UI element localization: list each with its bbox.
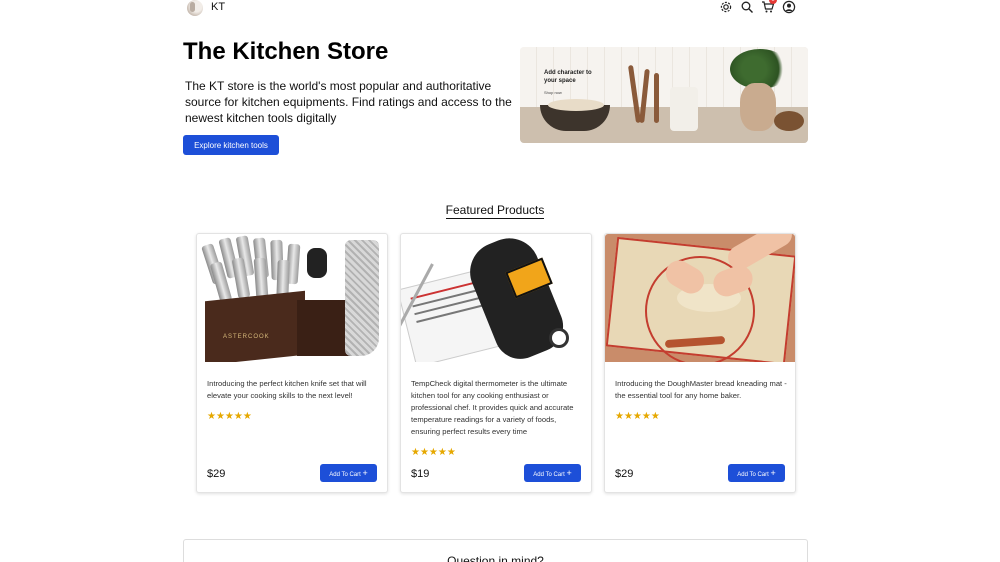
featured-section-title: Featured Products xyxy=(0,203,990,219)
banner-caption: Add character to your space xyxy=(544,70,592,84)
header-icons: 0 xyxy=(719,0,796,14)
user-icon[interactable] xyxy=(782,0,796,14)
add-to-cart-button[interactable]: Add To Cart + xyxy=(524,464,581,482)
add-to-cart-button[interactable]: Add To Cart + xyxy=(728,464,785,482)
product-price: $19 xyxy=(411,468,430,480)
page-title: The Kitchen Store xyxy=(183,38,389,65)
product-price: $29 xyxy=(207,468,226,480)
add-to-cart-label: Add To Cart xyxy=(533,472,565,478)
thermometer-hang-hole xyxy=(549,328,569,348)
plus-icon: + xyxy=(770,468,776,478)
explore-kitchen-tools-button[interactable]: Explore kitchen tools xyxy=(183,135,279,155)
plus-icon: + xyxy=(566,468,572,478)
knife-block-label: ASTERCOOK xyxy=(223,334,270,340)
plus-icon: + xyxy=(362,468,368,478)
add-to-cart-button[interactable]: Add To Cart + xyxy=(320,464,377,482)
banner-vase xyxy=(740,83,776,131)
product-card-baking-mat[interactable]: Introducing the DoughMaster bread kneadi… xyxy=(604,233,796,493)
banner-bowl-rim xyxy=(548,99,604,111)
cart-count-badge: 0 xyxy=(769,0,777,4)
product-rating: ★★★★★ xyxy=(615,411,660,422)
banner-bread xyxy=(774,111,804,131)
question-section: Question in mind? xyxy=(183,539,808,562)
product-rating: ★★★★★ xyxy=(411,447,456,458)
banner-jar xyxy=(670,87,698,131)
banner-ladle xyxy=(654,73,659,123)
knife-block xyxy=(205,290,305,362)
logo-icon[interactable] xyxy=(187,0,203,16)
hero-description: The KT store is the world's most popular… xyxy=(185,79,512,125)
product-description: Introducing the DoughMaster bread kneadi… xyxy=(615,379,787,400)
featured-title: Featured Products xyxy=(445,203,545,219)
add-to-cart-label: Add To Cart xyxy=(737,472,769,478)
product-card-knife-set[interactable]: ASTERCOOK Introducing the perfect kitche… xyxy=(196,233,388,493)
product-image-thermometer xyxy=(401,234,591,362)
gear-icon[interactable] xyxy=(719,0,733,14)
product-description: Introducing the perfect kitchen knife se… xyxy=(207,379,367,400)
product-image-baking-mat xyxy=(605,234,795,362)
hero-banner-image: Add character to your space Shop now xyxy=(520,47,808,143)
product-price: $29 xyxy=(615,468,634,480)
brand-name[interactable]: KT xyxy=(211,1,225,13)
add-to-cart-label: Add To Cart xyxy=(329,472,361,478)
top-navbar: KT 0 xyxy=(0,0,1000,16)
product-card-thermometer[interactable]: TempCheck digital thermometer is the ult… xyxy=(400,233,592,493)
question-title: Question in mind? xyxy=(447,554,544,562)
product-rating: ★★★★★ xyxy=(207,411,252,422)
cart-icon[interactable]: 0 xyxy=(761,0,777,14)
product-description: TempCheck digital thermometer is the ult… xyxy=(411,379,574,436)
scissors-handle xyxy=(307,248,327,278)
product-image-knife-set: ASTERCOOK xyxy=(197,234,387,362)
search-icon[interactable] xyxy=(740,0,754,14)
chef-knife-blade xyxy=(345,240,379,356)
banner-shop-link[interactable]: Shop now xyxy=(544,90,562,95)
